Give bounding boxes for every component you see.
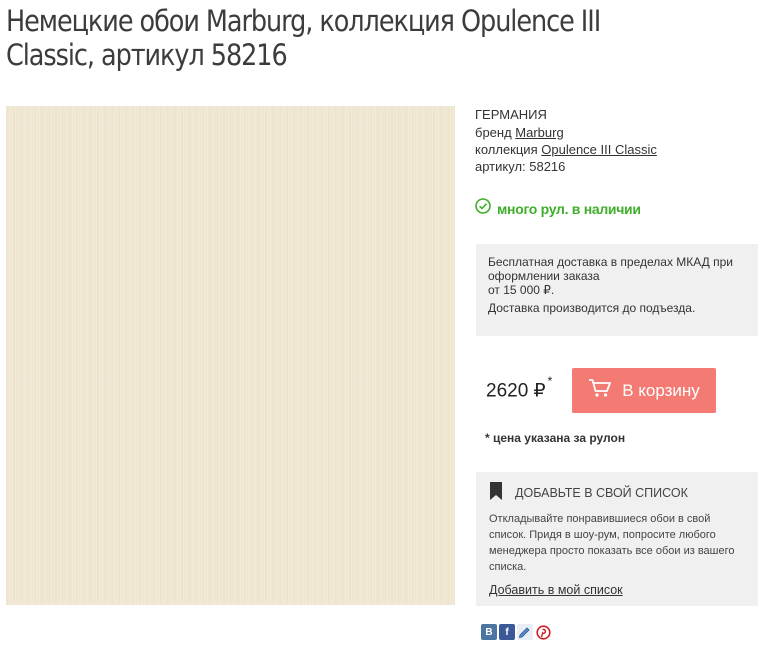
collection-link[interactable]: Opulence III Classic	[541, 142, 657, 157]
vk-icon[interactable]: В	[481, 624, 497, 640]
brand-row: бренд Marburg	[475, 124, 755, 141]
article-number: артикул: 58216	[475, 159, 566, 174]
wishlist-description: Откладывайте понравившиеся обои в свой с…	[489, 513, 735, 573]
delivery-info: Бесплатная доставка в пределах МКАД при …	[476, 244, 758, 336]
add-to-cart-button[interactable]: В корзину	[572, 368, 716, 413]
pinterest-icon[interactable]	[535, 624, 551, 640]
price-value: 2620 ₽	[486, 380, 546, 402]
social-share-bar: В f	[481, 624, 551, 640]
stock-text: много рул. в наличии	[497, 200, 641, 217]
title-line-1: Немецкие обои Marburg, коллекция Opulenc…	[6, 4, 601, 38]
title-line-2: Classic, артикул 58216	[6, 38, 288, 72]
facebook-icon[interactable]: f	[499, 624, 515, 640]
delivery-line-1: Бесплатная доставка в пределах МКАД при …	[488, 255, 733, 283]
delivery-line-3: Доставка производится до подъезда.	[488, 301, 696, 315]
check-circle-icon	[475, 198, 491, 219]
page-title: Немецкие обои Marburg, коллекция Opulenc…	[6, 4, 622, 72]
price-asterisk: *	[547, 374, 553, 388]
cart-icon	[588, 378, 612, 403]
price: 2620 ₽ *	[486, 374, 552, 402]
add-to-wishlist-link[interactable]: Добавить в мой список	[489, 583, 623, 597]
collection-label: коллекция	[475, 142, 538, 157]
wishlist-heading: ДОБАВЬТЕ В СВОЙ СПИСОК	[515, 485, 688, 500]
wishlist-header: ДОБАВЬТЕ В СВОЙ СПИСОК	[489, 482, 745, 503]
country-label: ГЕРМАНИЯ	[475, 107, 547, 122]
collection-row: коллекция Opulence III Classic	[475, 141, 755, 158]
brand-link[interactable]: Marburg	[515, 125, 563, 140]
bookmark-icon	[489, 482, 503, 503]
delivery-line-2: от 15 000 ₽.	[488, 283, 555, 297]
stock-status: много рул. в наличии	[475, 198, 641, 219]
price-note: * цена указана за рулон	[485, 431, 626, 445]
livejournal-icon[interactable]	[517, 624, 533, 640]
wallpaper-swatch-image[interactable]	[6, 106, 455, 605]
add-to-cart-label: В корзину	[622, 380, 700, 400]
brand-label: бренд	[475, 125, 512, 140]
wishlist-panel: ДОБАВЬТЕ В СВОЙ СПИСОК Откладывайте понр…	[476, 472, 758, 606]
product-info: ГЕРМАНИЯ бренд Marburg коллекция Opulenc…	[475, 106, 755, 175]
